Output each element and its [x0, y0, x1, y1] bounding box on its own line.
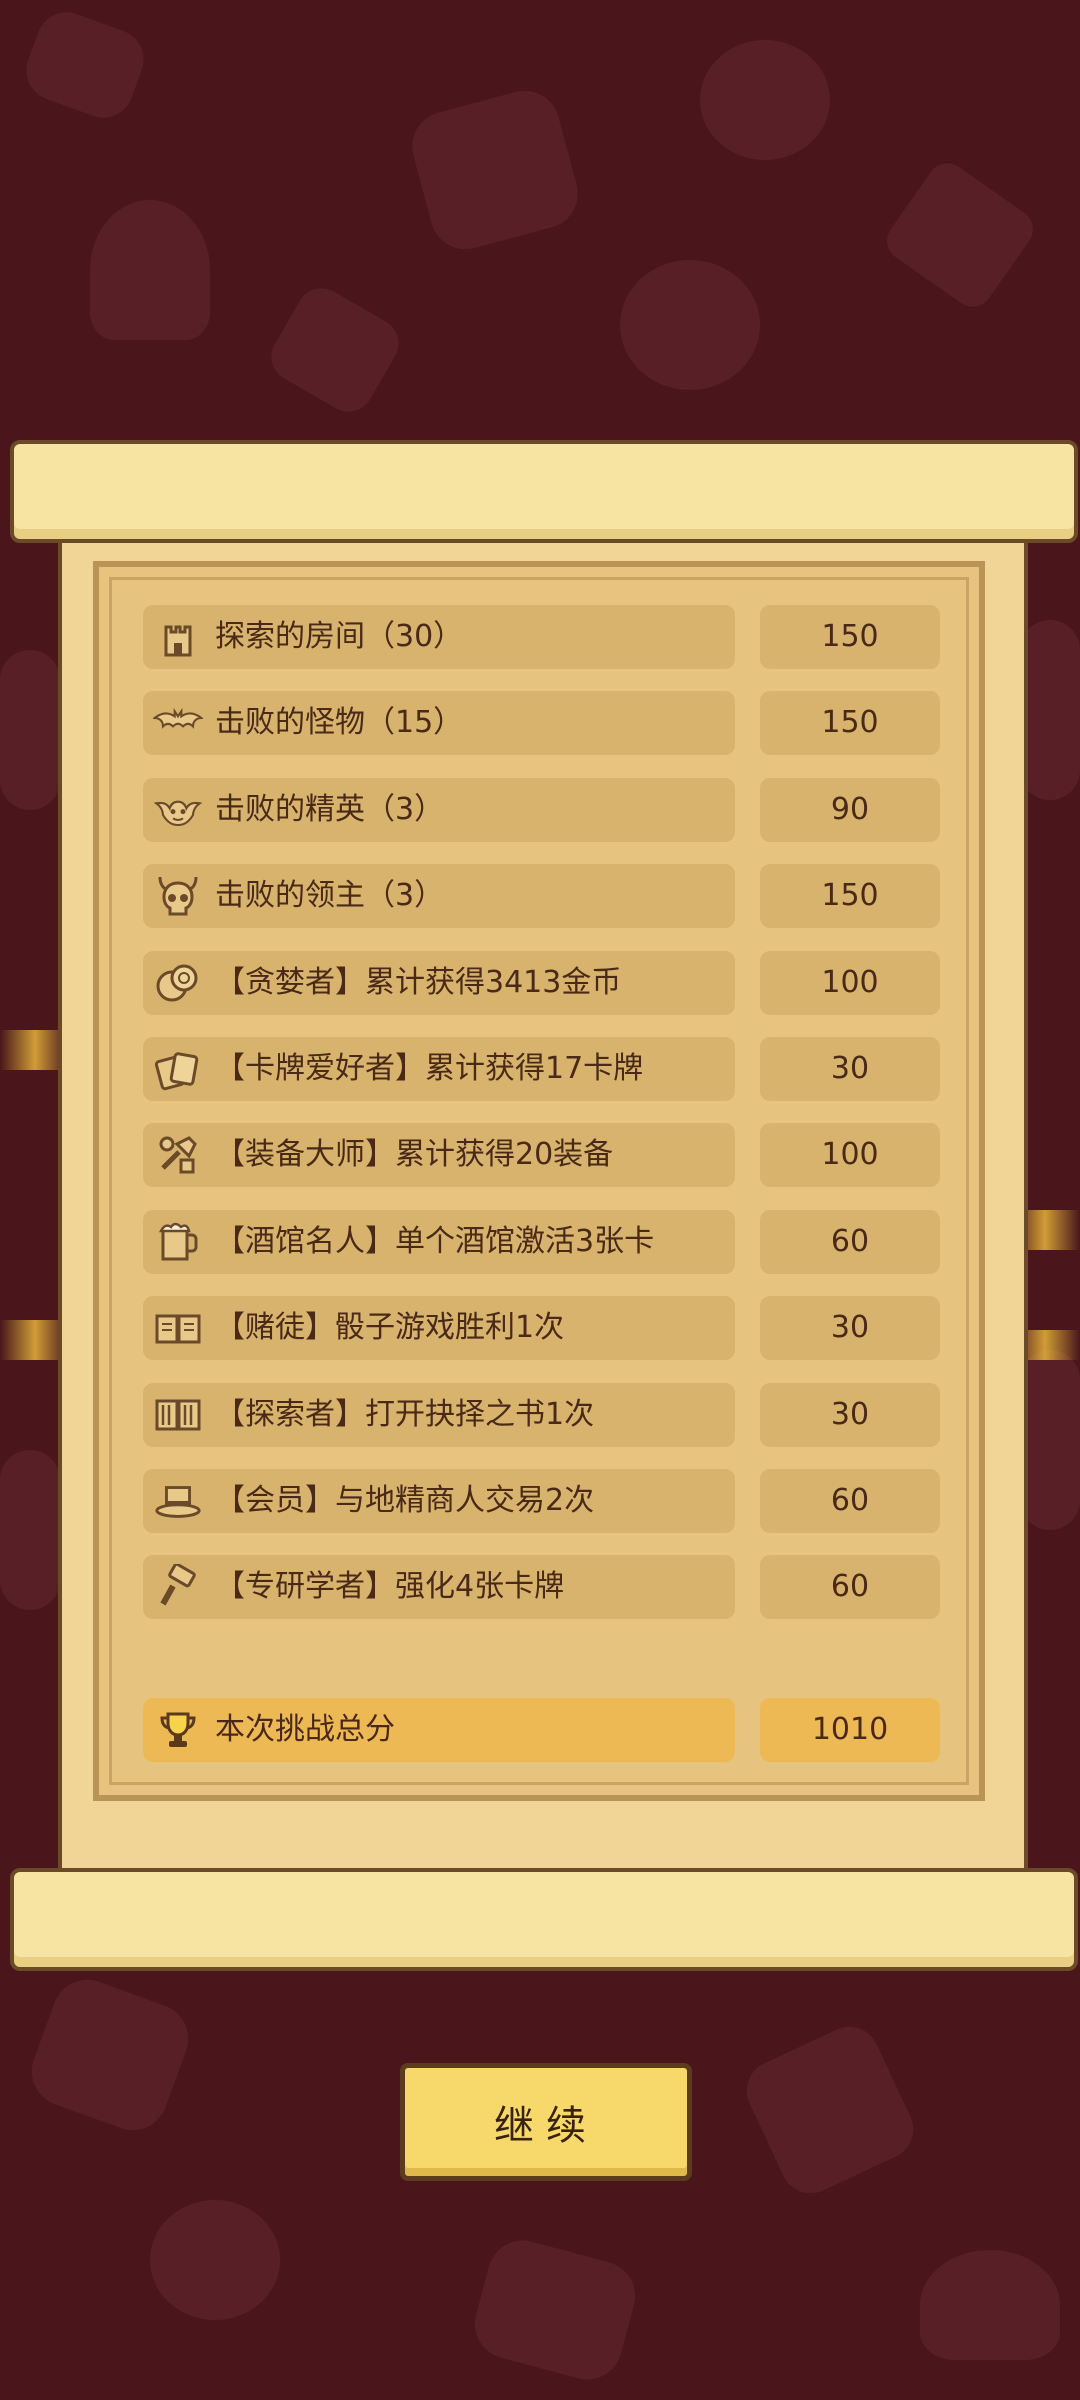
score-row-label: 【卡牌爱好者】累计获得17卡牌 [215, 1051, 644, 1086]
score-row-value: 150 [760, 864, 940, 928]
score-row-value: 150 [760, 605, 940, 669]
total-score-label: 本次挑战总分 [215, 1712, 395, 1747]
hammer-icon [153, 1563, 203, 1611]
score-row-label: 探索的房间（30） [215, 619, 464, 654]
score-row-value: 150 [760, 691, 940, 755]
score-row-value: 60 [760, 1210, 940, 1274]
score-row: 击败的怪物（15） 150 [143, 691, 940, 755]
score-row: 探索的房间（30） 150 [143, 605, 940, 669]
score-row-label-box: 【贪婪者】累计获得3413金币 [143, 951, 735, 1015]
score-row-label-box: 【赌徒】骰子游戏胜利1次 [143, 1296, 735, 1360]
background-shape [1020, 620, 1080, 800]
background-shape [467, 2232, 643, 2388]
equipment-icon [153, 1131, 203, 1179]
score-row-label-box: 探索的房间（30） [143, 605, 735, 669]
continue-button[interactable]: 继续 [400, 2063, 692, 2181]
background-shape [920, 2250, 1060, 2360]
background-shape [879, 155, 1041, 315]
boss-skull-icon [153, 872, 203, 920]
score-row-label: 【酒馆名人】单个酒馆激活3张卡 [215, 1224, 655, 1259]
score-row: 击败的领主（3） 150 [143, 864, 940, 928]
open-book-icon [153, 1391, 203, 1439]
score-row: 【会员】与地精商人交易2次 60 [143, 1469, 940, 1533]
score-row-label-box: 【卡牌爱好者】累计获得17卡牌 [143, 1037, 735, 1101]
score-row-label-box: 【会员】与地精商人交易2次 [143, 1469, 735, 1533]
score-row-label-box: 【装备大师】累计获得20装备 [143, 1123, 735, 1187]
score-row-value: 100 [760, 1123, 940, 1187]
book-icon [153, 1304, 203, 1352]
cards-icon [153, 1045, 203, 1093]
trophy-icon [153, 1706, 203, 1754]
score-row-value: 90 [760, 778, 940, 842]
total-score-value: 1010 [760, 1698, 940, 1762]
background-shape [1020, 1350, 1080, 1530]
score-row-label-box: 【探索者】打开抉择之书1次 [143, 1383, 735, 1447]
background-shape [90, 200, 210, 340]
score-row: 【探索者】打开抉择之书1次 30 [143, 1383, 940, 1447]
score-row-label: 【专研学者】强化4张卡牌 [215, 1569, 565, 1604]
total-score-label-box: 本次挑战总分 [143, 1698, 735, 1762]
score-row-value: 60 [760, 1555, 940, 1619]
score-row-label-box: 【酒馆名人】单个酒馆激活3张卡 [143, 1210, 735, 1274]
score-row: 【贪婪者】累计获得3413金币 100 [143, 951, 940, 1015]
score-row: 击败的精英（3） 90 [143, 778, 940, 842]
score-row-label-box: 击败的领主（3） [143, 864, 735, 928]
score-row-label: 【赌徒】骰子游戏胜利1次 [215, 1310, 565, 1345]
background-shape [262, 279, 408, 421]
background-shape [404, 82, 586, 258]
score-row-label: 击败的怪物（15） [215, 705, 464, 740]
score-row-label: 【装备大师】累计获得20装备 [215, 1137, 614, 1172]
score-row: 【专研学者】强化4张卡牌 60 [143, 1555, 940, 1619]
tower-icon [153, 613, 203, 661]
score-row-label-box: 【专研学者】强化4张卡牌 [143, 1555, 735, 1619]
top-hat-icon [153, 1477, 203, 1525]
beer-mug-icon [153, 1218, 203, 1266]
background-shape [736, 2016, 924, 2204]
score-row-label: 击败的领主（3） [215, 878, 445, 913]
score-row-value: 30 [760, 1296, 940, 1360]
scroll-top-rod [10, 440, 1078, 543]
score-row-label: 【会员】与地精商人交易2次 [215, 1483, 595, 1518]
score-row: 【卡牌爱好者】累计获得17卡牌 30 [143, 1037, 940, 1101]
score-row: 【赌徒】骰子游戏胜利1次 30 [143, 1296, 940, 1360]
elite-monster-icon [153, 786, 203, 834]
score-row: 【酒馆名人】单个酒馆激活3张卡 60 [143, 1210, 940, 1274]
score-row-value: 100 [760, 951, 940, 1015]
score-row-value: 30 [760, 1383, 940, 1447]
game-screen: 探索的房间（30） 150 击败的怪物（15） 150 击败的精英（3） 90 击败的领主（… [0, 0, 1080, 2400]
background-shape [0, 1450, 60, 1610]
background-shape [21, 1969, 199, 2141]
scroll-bottom-rod [10, 1868, 1078, 1971]
score-row-value: 30 [760, 1037, 940, 1101]
score-row: 【装备大师】累计获得20装备 100 [143, 1123, 940, 1187]
background-shape [700, 40, 830, 160]
score-row-label: 【贪婪者】累计获得3413金币 [215, 965, 622, 1000]
score-row-label-box: 击败的怪物（15） [143, 691, 735, 755]
coins-icon [153, 959, 203, 1007]
background-shape [17, 3, 153, 127]
background-shape [620, 260, 760, 390]
background-shape [150, 2200, 280, 2320]
score-row-label: 【探索者】打开抉择之书1次 [215, 1397, 595, 1432]
score-row-value: 60 [760, 1469, 940, 1533]
background-shape [0, 650, 60, 810]
score-row-label: 击败的精英（3） [215, 792, 445, 827]
total-score-row: 本次挑战总分 1010 [143, 1698, 940, 1762]
score-row-label-box: 击败的精英（3） [143, 778, 735, 842]
bat-icon [153, 699, 203, 747]
